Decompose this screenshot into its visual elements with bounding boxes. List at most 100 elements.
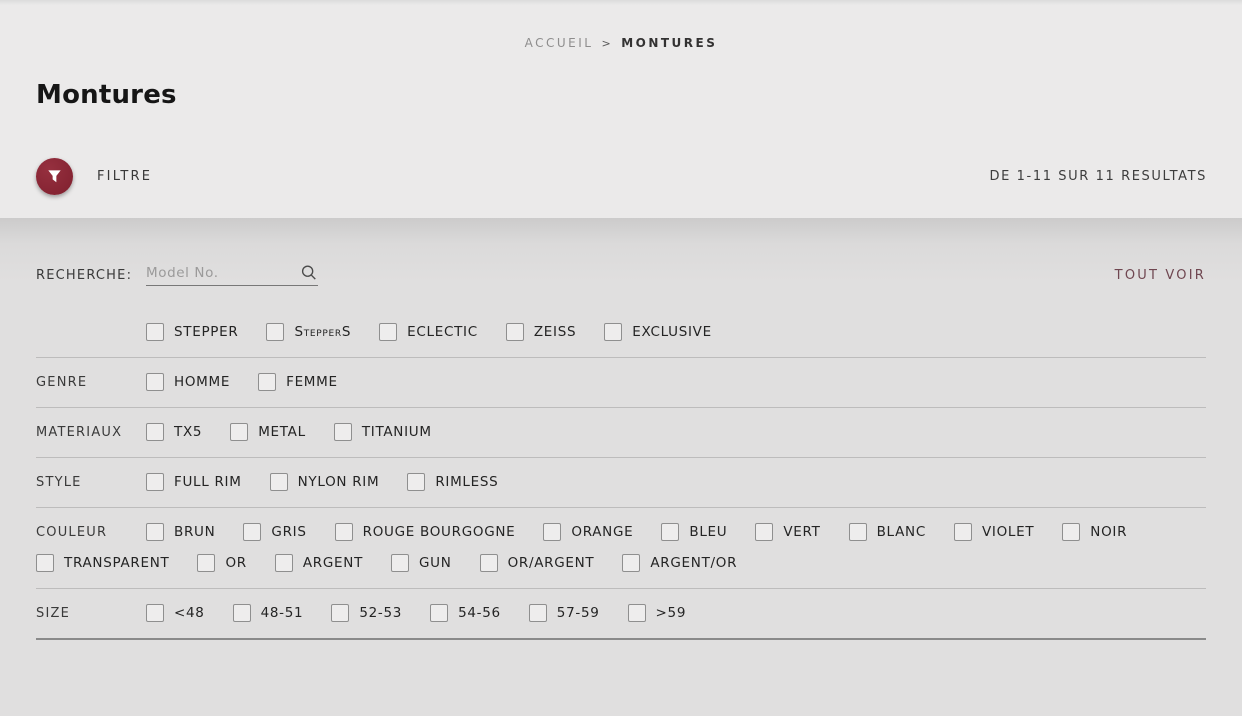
checkbox-box[interactable] (391, 554, 410, 572)
checkbox-label: ARGENT (302, 555, 364, 571)
checkbox-option[interactable]: NYLON RIM (269, 473, 380, 491)
checkbox-box[interactable] (407, 473, 426, 491)
checkbox-label: STEPPER (174, 324, 239, 340)
checkbox-box[interactable] (266, 323, 285, 341)
checkbox-box[interactable] (269, 473, 288, 491)
checkbox-option[interactable]: TRANSPARENT (36, 554, 169, 572)
checkbox-label: ROUGE BOURGOGNE (362, 524, 516, 540)
checkbox-box[interactable] (953, 523, 972, 541)
checkbox-box[interactable] (333, 423, 352, 441)
checkbox-box[interactable] (379, 323, 398, 341)
search-input[interactable] (146, 265, 290, 281)
checkbox-box[interactable] (146, 473, 164, 491)
checkbox-option[interactable]: RIMLESS (407, 473, 498, 491)
checkbox-box[interactable] (543, 523, 562, 541)
checkbox-option[interactable]: 54-56 (430, 604, 501, 622)
checkbox-option[interactable]: BRUN (146, 523, 215, 541)
checkbox-box[interactable] (1062, 523, 1081, 541)
checkbox-label: GRIS (271, 524, 307, 540)
checkbox-box[interactable] (622, 554, 641, 572)
checkbox-label: RIMLESS (435, 474, 499, 490)
search-row: RECHERCHE: TOUT VOIR (36, 218, 1206, 286)
checkbox-option[interactable]: StepperS (266, 323, 351, 341)
checkbox-option[interactable]: HOMME (146, 373, 230, 391)
checkbox-option[interactable]: ROUGE BOURGOGNE (334, 523, 516, 541)
filter-label: FILTRE (97, 169, 153, 184)
checkbox-option[interactable]: 48-51 (232, 604, 304, 622)
checkbox-box[interactable] (197, 554, 216, 572)
checkbox-label: ECLECTIC (407, 324, 478, 340)
checkbox-label: <48 (174, 605, 205, 621)
checkbox-box[interactable] (848, 523, 867, 541)
checkbox-option[interactable]: <48 (146, 604, 205, 622)
filter-group-label-materiaux: MATERIAUX (36, 424, 123, 440)
checkbox-box[interactable] (146, 523, 164, 541)
filter-groups: STEPPER StepperS ECLECTIC ZEISS EXCLUSIVE GEN… (36, 308, 1206, 640)
checkbox-box[interactable] (146, 323, 164, 341)
checkbox-box[interactable] (755, 523, 774, 541)
checkbox-option[interactable]: ARGENT/OR (622, 554, 737, 572)
checkbox-option[interactable]: FULL RIM (146, 473, 242, 491)
filter-button[interactable] (36, 158, 73, 195)
checkbox-option[interactable]: BLANC (848, 523, 926, 541)
checkbox-box[interactable] (230, 423, 249, 441)
checkbox-option[interactable]: OR (197, 554, 246, 572)
checkbox-label: TRANSPARENT (64, 555, 170, 571)
checkbox-label: OR/ARGENT (507, 555, 595, 571)
checkbox-option[interactable]: ZEISS (505, 323, 576, 341)
breadcrumb-accueil[interactable]: ACCUEIL (525, 36, 594, 50)
checkbox-option[interactable]: GRIS (243, 523, 306, 541)
checkbox-option[interactable]: BLEU (661, 523, 727, 541)
checkbox-label: EXCLUSIVE (632, 324, 712, 340)
checkbox-box[interactable] (479, 554, 498, 572)
checkbox-box[interactable] (604, 323, 623, 341)
checkbox-label: BLEU (689, 524, 728, 540)
checkbox-box[interactable] (36, 554, 54, 572)
checkbox-option[interactable]: METAL (230, 423, 306, 441)
checkbox-option[interactable]: EXCLUSIVE (604, 323, 712, 341)
checkbox-option[interactable]: ORANGE (543, 523, 633, 541)
filter-group-couleur: COULEUR BRUN GRIS ROUGE BOURGOGNE ORANGE BLEU… (36, 508, 1206, 589)
checkbox-box[interactable] (243, 523, 262, 541)
checkbox-option[interactable]: TITANIUM (333, 423, 432, 441)
checkbox-box[interactable] (232, 604, 251, 622)
page-title: Montures (36, 80, 177, 110)
checkbox-box[interactable] (146, 423, 164, 441)
checkbox-option[interactable]: TX5 (146, 423, 202, 441)
checkbox-option[interactable]: ECLECTIC (379, 323, 478, 341)
checkbox-box[interactable] (627, 604, 646, 622)
checkbox-option[interactable]: 52-53 (331, 604, 402, 622)
checkbox-box[interactable] (430, 604, 449, 622)
checkbox-option[interactable]: STEPPER (146, 323, 238, 341)
checkbox-option[interactable]: OR/ARGENT (479, 554, 595, 572)
checkbox-option[interactable]: ARGENT (274, 554, 364, 572)
magnifier-icon[interactable] (300, 264, 318, 282)
checkbox-box[interactable] (258, 373, 277, 391)
checkbox-label: NYLON RIM (297, 474, 380, 490)
checkbox-label: 52-53 (359, 605, 403, 621)
checkbox-option[interactable]: VIOLET (953, 523, 1034, 541)
checkbox-option[interactable]: FEMME (258, 373, 338, 391)
checkbox-option[interactable]: NOIR (1062, 523, 1127, 541)
checkbox-box[interactable] (331, 604, 350, 622)
results-count: DE 1-11 SUR 11 RESULTATS (989, 169, 1207, 184)
checkbox-box[interactable] (146, 604, 164, 622)
checkbox-label: GUN (419, 555, 452, 571)
search-box (146, 264, 318, 286)
checkbox-box[interactable] (334, 523, 353, 541)
checkbox-option[interactable]: VERT (755, 523, 820, 541)
checkbox-label: FEMME (286, 374, 338, 390)
checkbox-option[interactable]: >59 (627, 604, 687, 622)
checkbox-box[interactable] (146, 373, 164, 391)
checkbox-label: HOMME (174, 374, 231, 390)
checkbox-option[interactable]: 57-59 (528, 604, 600, 622)
checkbox-box[interactable] (274, 554, 293, 572)
checkbox-label: FULL RIM (174, 474, 242, 490)
checkbox-label: METAL (258, 424, 306, 440)
checkbox-box[interactable] (661, 523, 680, 541)
filter-group-style: STYLE FULL RIM NYLON RIM RIMLESS (36, 458, 1206, 508)
see-all-link[interactable]: TOUT VOIR (1115, 268, 1206, 283)
checkbox-box[interactable] (528, 604, 547, 622)
checkbox-box[interactable] (505, 323, 524, 341)
checkbox-option[interactable]: GUN (391, 554, 452, 572)
